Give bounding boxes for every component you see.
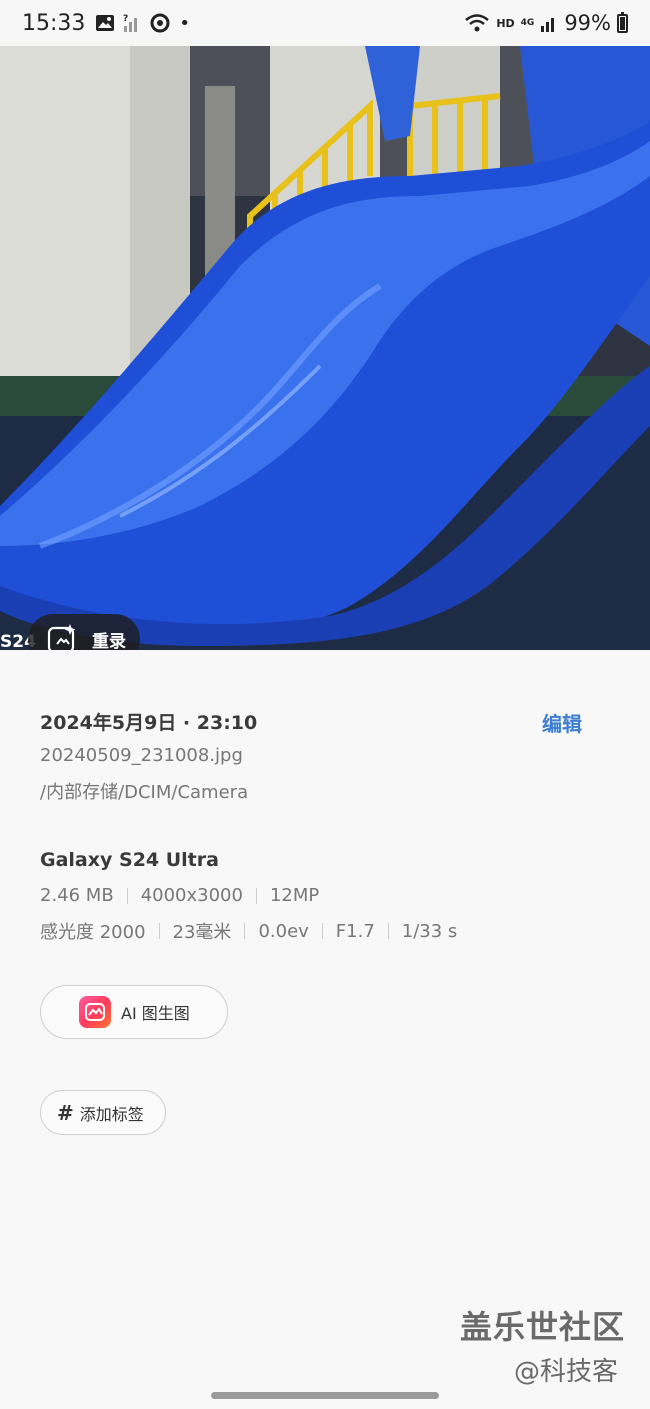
watermark-author: @科技客	[514, 1357, 619, 1387]
sync-icon	[150, 13, 170, 33]
aperture: F1.7	[335, 920, 375, 942]
photo-preview[interactable]: S24 重录	[0, 46, 650, 650]
device-name: Galaxy S24 Ultra	[40, 849, 219, 871]
ai-image-button[interactable]: AI 图生图	[40, 985, 228, 1039]
divider	[244, 923, 246, 939]
edit-button[interactable]: 编辑	[542, 708, 582, 737]
divider	[387, 923, 389, 939]
svg-text:?: ?	[123, 14, 128, 24]
status-right-icons: HD 4G 99%	[464, 11, 628, 35]
hash-icon: #	[57, 1100, 74, 1125]
capture-date: 2024年5月9日 · 23:10	[40, 712, 258, 734]
camera-specs: 感光度 2000 23毫米 0.0ev F1.7 1/33 s	[40, 918, 457, 944]
megapixels: 12MP	[269, 885, 320, 906]
divider	[255, 887, 257, 904]
status-time: 15:33	[22, 10, 86, 36]
divider	[158, 923, 160, 939]
resolution: 4000x3000	[140, 885, 243, 906]
battery-icon	[617, 11, 628, 33]
status-bar: 15:33 ? • HD 4G 99%	[0, 0, 650, 46]
screen: 15:33 ? • HD 4G 99% S24 重录 2024年5月9日 · 2…	[0, 0, 650, 1409]
divider	[126, 887, 128, 904]
file-path: /内部存储/DCIM/Camera	[40, 782, 249, 803]
remaster-label: 重录	[92, 631, 126, 651]
ai-app-glyph-icon	[85, 1003, 105, 1021]
iso: 感光度 2000	[40, 922, 146, 943]
battery-percent: 99%	[564, 11, 611, 35]
gallery-notification-icon	[96, 15, 115, 31]
file-size: 2.46 MB	[40, 885, 114, 906]
home-indicator[interactable]	[211, 1392, 439, 1399]
ai-image-label: AI 图生图	[121, 1004, 190, 1023]
file-specs: 2.46 MB 4000x3000 12MP	[40, 885, 319, 906]
status-left-icons: ? •	[95, 12, 190, 34]
ai-app-icon	[79, 996, 111, 1028]
ai-sparkle-icon	[47, 624, 76, 650]
shutter-speed: 1/33 s	[401, 920, 458, 942]
remaster-button[interactable]: 重录	[28, 614, 140, 650]
notification-dot: •	[179, 12, 191, 34]
cell-signal-icon	[541, 18, 555, 32]
wifi-icon	[465, 14, 490, 32]
file-name: 20240509_231008.jpg	[40, 745, 243, 766]
slide-photo-image	[0, 46, 650, 650]
focal-length: 23毫米	[172, 922, 232, 943]
no-signal-icon: ?	[123, 14, 138, 32]
exposure-value: 0.0ev	[258, 920, 309, 942]
divider	[321, 923, 323, 939]
4g-label: 4G	[520, 18, 535, 28]
watermark-community: 盖乐世社区	[460, 1308, 626, 1346]
hd-label: HD	[496, 16, 515, 30]
add-tag-button[interactable]: # 添加标签	[40, 1090, 166, 1135]
add-tag-label: 添加标签	[79, 1104, 144, 1124]
